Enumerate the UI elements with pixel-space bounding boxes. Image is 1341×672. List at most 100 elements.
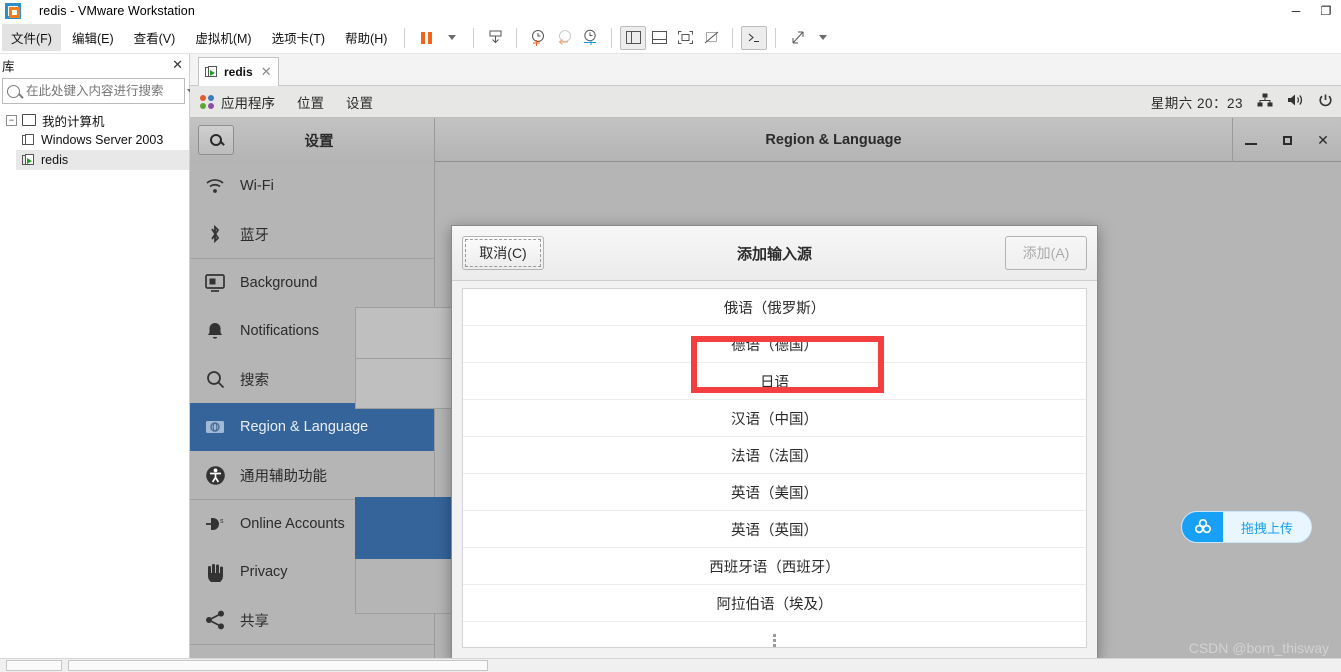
menu-tabs[interactable]: 选项卡(T) — [263, 24, 334, 51]
tab-redis[interactable]: redis ✕ — [198, 57, 279, 86]
minimize-icon[interactable]: ─ — [1281, 0, 1311, 22]
sidebar-item-universal-access[interactable]: 通用辅助功能 — [190, 451, 434, 499]
full-screen-icon[interactable] — [672, 26, 698, 50]
list-item[interactable]: 法语（法国） — [463, 437, 1086, 474]
taskbar-item[interactable] — [6, 660, 62, 671]
settings-title: 设置 — [304, 133, 334, 150]
list-item[interactable]: 英语（美国） — [463, 474, 1086, 511]
library-tree: − 我的计算机 Windows Server 2003 redis — [0, 110, 189, 170]
menu-help[interactable]: 帮助(H) — [336, 24, 396, 51]
manage-snapshots-icon[interactable] — [577, 26, 603, 50]
sidebar-item-label: 通用辅助功能 — [240, 468, 327, 485]
expander-icon[interactable]: − — [6, 114, 17, 126]
vmware-app-icon — [5, 3, 21, 19]
unity-mode-icon[interactable] — [698, 26, 724, 50]
add-button[interactable]: 添加(A) — [1005, 236, 1087, 270]
wifi-icon — [204, 175, 226, 197]
library-search-box[interactable] — [2, 78, 195, 104]
menu-vm[interactable]: 虚拟机(M) — [186, 24, 260, 51]
region-language-icon — [204, 416, 226, 438]
pause-icon[interactable] — [413, 26, 439, 50]
minimize-icon[interactable] — [1233, 118, 1269, 162]
computer-icon — [22, 114, 36, 126]
toolbar-divider — [732, 27, 734, 48]
list-item[interactable]: 日语 — [463, 363, 1086, 400]
take-snapshot-icon[interactable] — [525, 26, 551, 50]
tab-label: redis — [224, 65, 253, 79]
taskbar-item[interactable] — [68, 660, 488, 671]
list-item-chinese-china[interactable]: 汉语（中国） — [463, 400, 1086, 437]
library-title: 库 — [2, 59, 15, 74]
library-search-input[interactable] — [26, 84, 187, 98]
sidebar-item-background[interactable]: Background — [190, 259, 434, 307]
gnome-menu-places[interactable]: 位置 — [297, 92, 324, 112]
sidebar-item-label: 共享 — [240, 613, 269, 630]
list-item[interactable]: 俄语（俄罗斯） — [463, 289, 1086, 326]
sidebar-item-region-language[interactable]: Region & Language — [190, 403, 434, 451]
tree-item-my-computer[interactable]: − 我的计算机 — [0, 110, 189, 130]
menu-file[interactable]: 文件(F) — [2, 24, 61, 51]
menu-view[interactable]: 查看(V) — [125, 24, 185, 51]
clock[interactable]: 星期六 20：23 — [1151, 92, 1243, 112]
list-item[interactable]: 德语（德国） — [463, 326, 1086, 363]
vmware-window-title: redis - VMware Workstation — [39, 4, 195, 18]
settings-window-controls: ✕ — [1232, 118, 1341, 162]
vmware-window-controls: ─ ❐ — [1281, 0, 1341, 22]
toolbar-divider — [404, 27, 406, 48]
close-icon[interactable]: ✕ — [172, 57, 183, 73]
online-accounts-icon: s — [204, 513, 226, 535]
sidebar-item-bluetooth[interactable]: 蓝牙 — [190, 210, 434, 258]
toolbar-divider — [611, 27, 613, 48]
settings-header-bar: 设置 Region & Language ✕ — [190, 118, 1341, 162]
gnome-status-area: 星期六 20：23 — [1151, 92, 1341, 112]
applications-menu-icon — [200, 94, 214, 109]
restore-icon[interactable]: ❐ — [1311, 0, 1341, 22]
console-icon[interactable] — [741, 25, 768, 50]
revert-snapshot-icon[interactable] — [551, 26, 577, 50]
search-icon[interactable] — [198, 125, 234, 155]
add-input-source-dialog: 取消(C) 添加输入源 添加(A) 俄语（俄罗斯） 德语（德国） 日语 汉语（中… — [451, 225, 1098, 661]
vmware-library-panel: 库 ✕ − 我的计算机 Windows Server 2003 redis — [0, 54, 195, 672]
drag-upload-widget[interactable]: 拖拽上传 — [1181, 511, 1312, 543]
bell-icon — [204, 320, 226, 342]
snapshot-manager-icon[interactable] — [482, 26, 508, 50]
stretch-icon[interactable] — [784, 26, 810, 50]
vm-running-icon — [22, 153, 35, 167]
dropdown-caret-icon[interactable] — [439, 26, 465, 50]
maximize-icon[interactable] — [1269, 118, 1305, 162]
volume-icon[interactable] — [1287, 93, 1304, 110]
toolbar-divider — [516, 27, 518, 48]
vm-icon — [22, 133, 35, 147]
close-icon[interactable]: ✕ — [261, 64, 272, 80]
tree-item-windows-server-2003[interactable]: Windows Server 2003 — [16, 130, 189, 150]
menu-edit[interactable]: 编辑(E) — [63, 24, 123, 51]
language-list[interactable]: 俄语（俄罗斯） 德语（德国） 日语 汉语（中国） 法语（法国） 英语（美国） 英… — [462, 288, 1087, 648]
close-icon[interactable]: ✕ — [1305, 118, 1341, 162]
tree-item-label: 我的计算机 — [42, 114, 105, 129]
dialog-header: 取消(C) 添加输入源 添加(A) — [452, 226, 1097, 281]
show-library-icon[interactable] — [620, 25, 647, 50]
privacy-hand-icon — [204, 561, 226, 583]
sidebar-item-label: Background — [240, 275, 318, 291]
vm-running-icon — [205, 65, 218, 79]
network-icon[interactable] — [1257, 93, 1273, 110]
library-header: 库 ✕ — [0, 54, 189, 76]
sidebar-item-label: Privacy — [240, 564, 288, 580]
settings-page-header: Region & Language ✕ — [435, 118, 1341, 162]
power-icon[interactable] — [1318, 93, 1333, 111]
tree-item-redis[interactable]: redis — [16, 150, 189, 170]
show-thumbnail-bar-icon[interactable] — [646, 26, 672, 50]
sidebar-item-wifi[interactable]: Wi-Fi — [190, 162, 434, 210]
cancel-button[interactable]: 取消(C) — [462, 236, 544, 270]
gnome-menu-settings[interactable]: 设置 — [346, 92, 373, 112]
list-item[interactable]: 西班牙语（西班牙） — [463, 548, 1086, 585]
stretch-caret-icon[interactable] — [810, 26, 836, 50]
tree-item-label: redis — [41, 153, 69, 167]
gnome-top-panel: 应用程序 位置 设置 星期六 20：23 — [190, 86, 1341, 118]
cloud-upload-icon — [1182, 512, 1223, 542]
page-title: Region & Language — [765, 132, 902, 148]
list-item[interactable]: 英语（英国） — [463, 511, 1086, 548]
list-item[interactable]: 阿拉伯语（埃及） — [463, 585, 1086, 622]
more-options-icon[interactable] — [463, 622, 1086, 647]
gnome-menu-applications[interactable]: 应用程序 — [221, 92, 275, 112]
